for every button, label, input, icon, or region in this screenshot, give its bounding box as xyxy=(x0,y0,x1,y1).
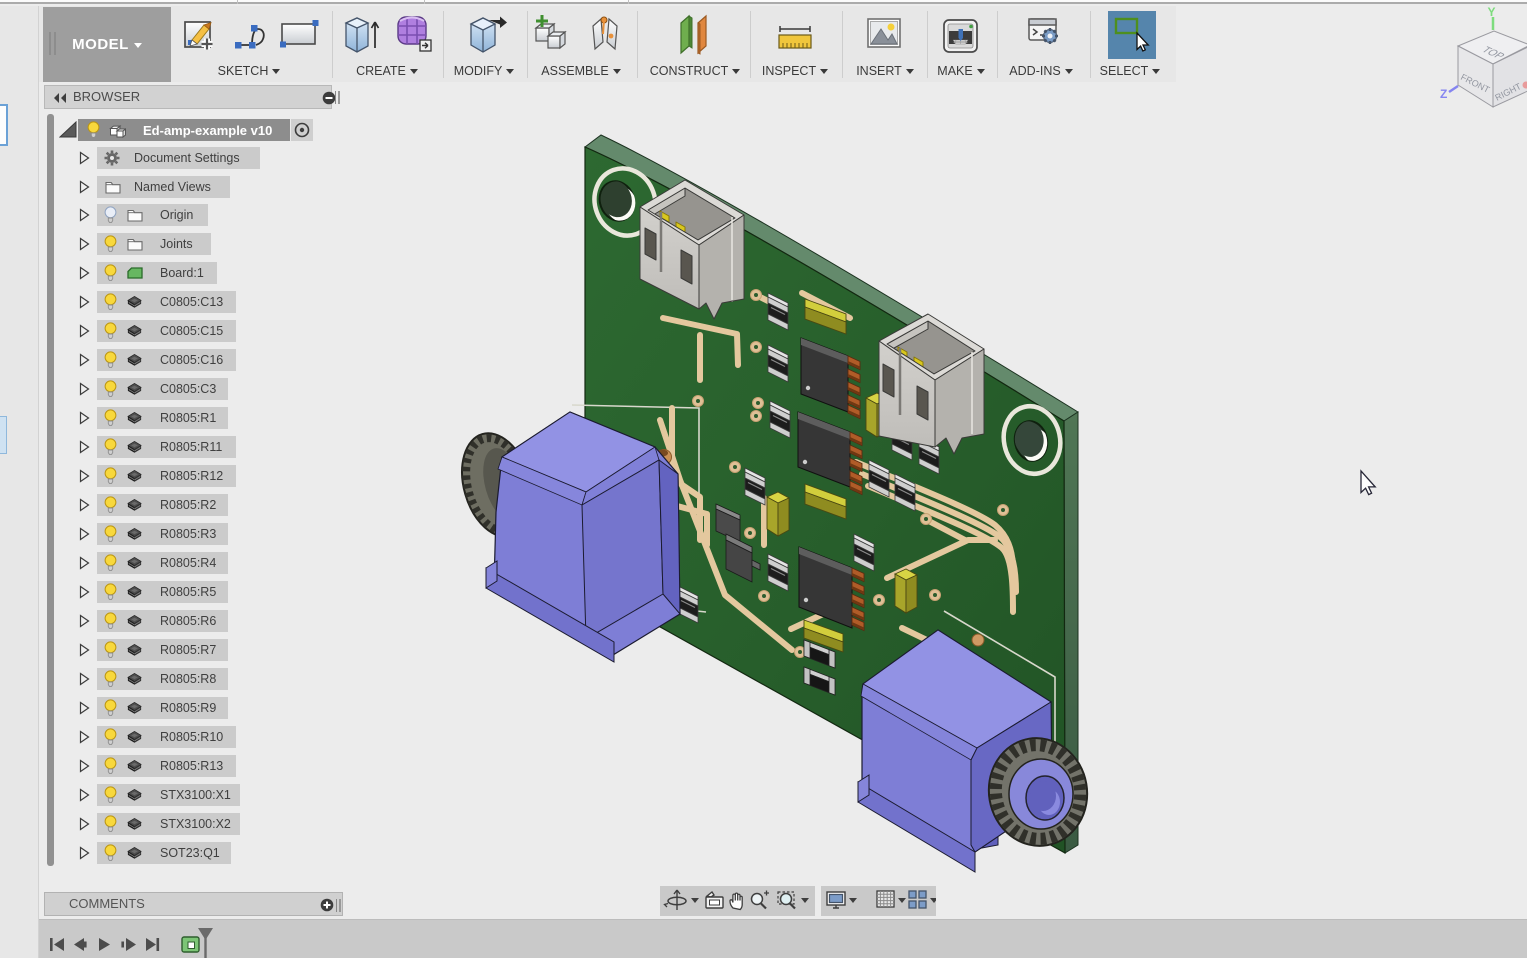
svg-text:Z: Z xyxy=(1440,87,1447,101)
svg-text:Y: Y xyxy=(1488,5,1496,19)
